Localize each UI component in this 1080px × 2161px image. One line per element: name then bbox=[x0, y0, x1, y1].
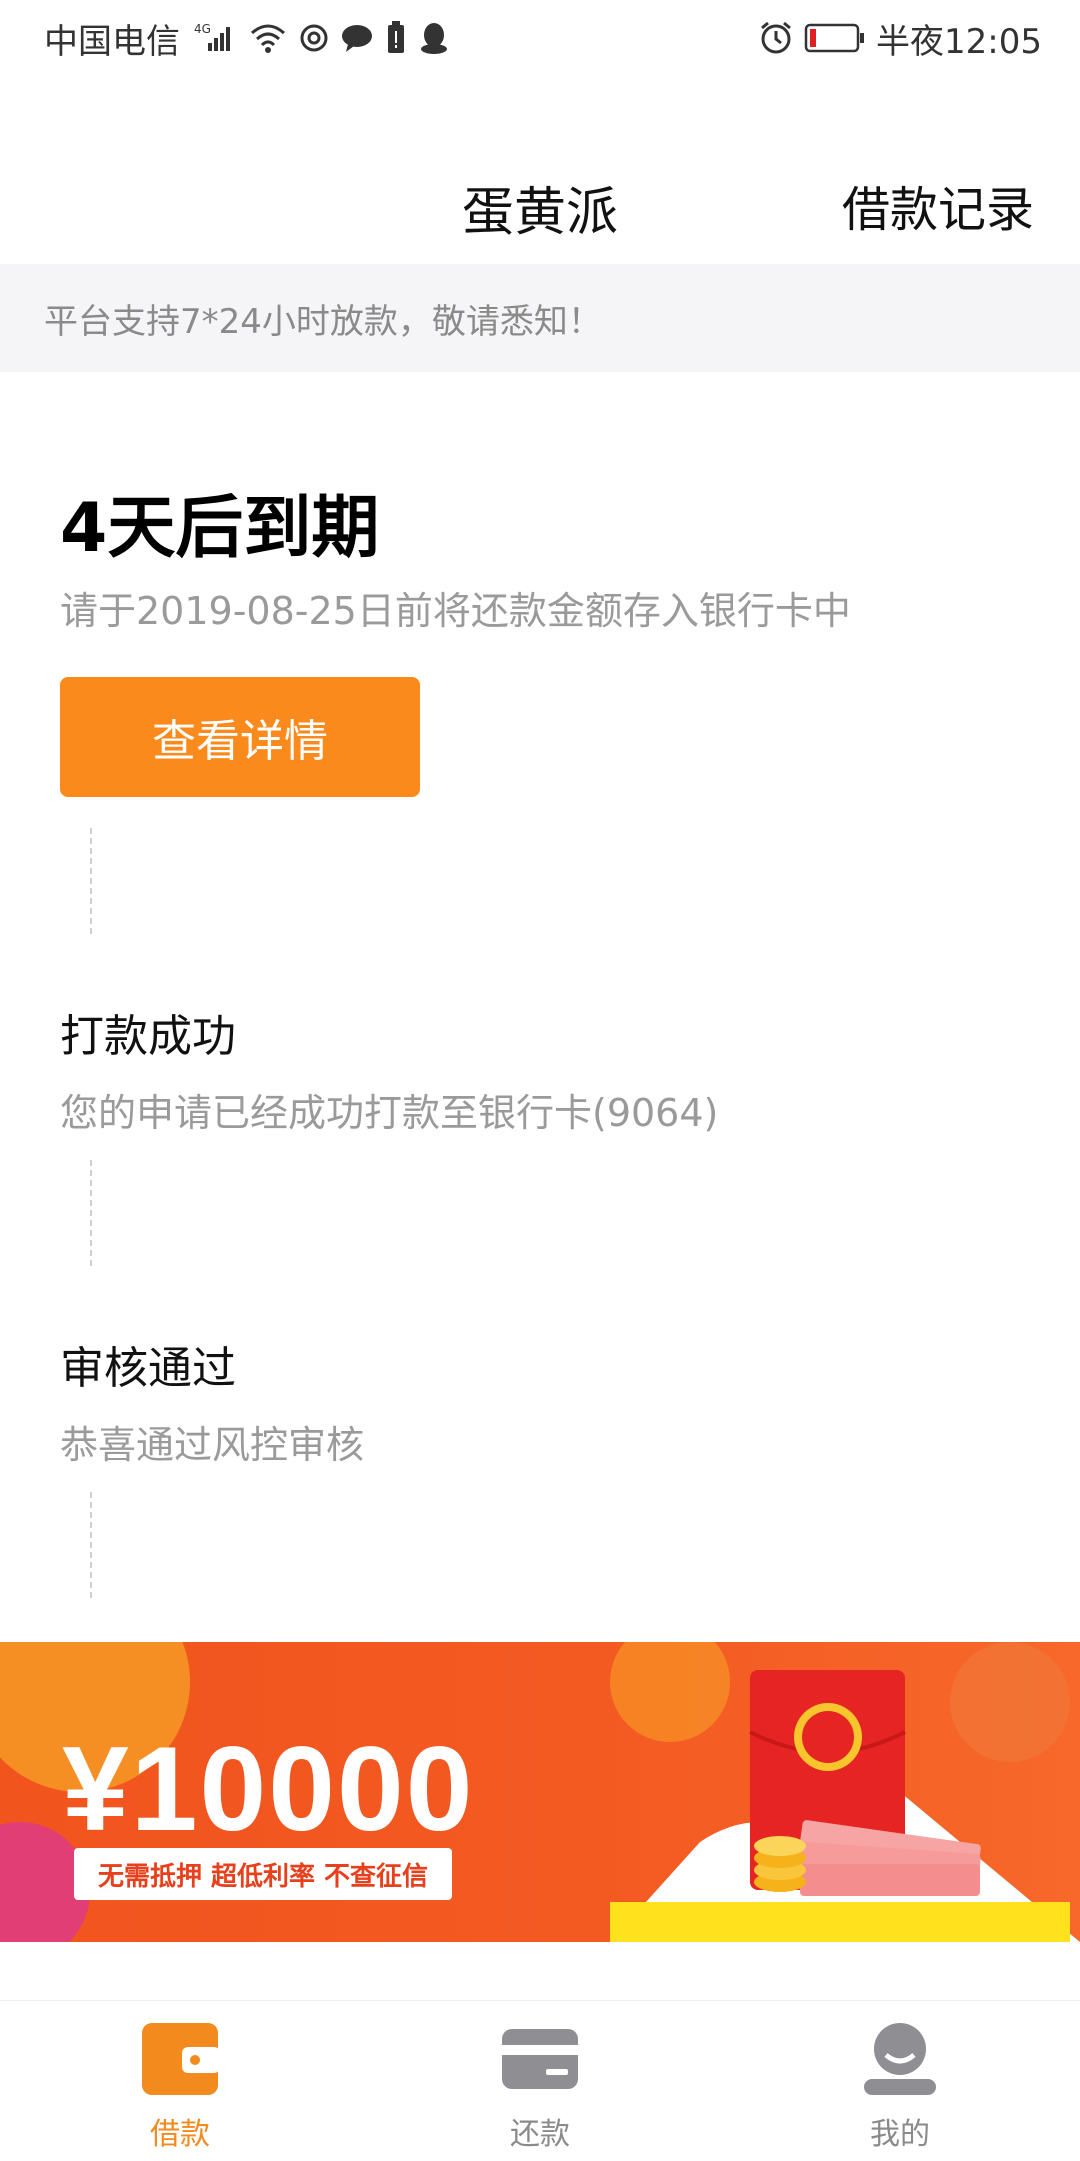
battery-alert-icon bbox=[384, 21, 408, 55]
tab-mine[interactable]: 我的 bbox=[720, 2001, 1080, 2161]
loan-records-link[interactable]: 借款记录 bbox=[842, 170, 1034, 240]
clock: 半夜12:05 bbox=[876, 21, 1042, 62]
status-bar-right: 半夜12:05 bbox=[758, 14, 1042, 63]
banner-tagline: 无需抵押 超低利率 不查征信 bbox=[74, 1848, 452, 1900]
timeline-connector bbox=[90, 828, 92, 934]
nav-bar: 蛋黄派 借款记录 bbox=[0, 140, 1080, 260]
message-icon bbox=[340, 22, 374, 54]
promo-banner[interactable]: ¥10000 无需抵押 超低利率 不查征信 bbox=[0, 1642, 1080, 1942]
tab-repay-label: 还款 bbox=[510, 2117, 570, 2152]
battery-icon bbox=[804, 21, 866, 55]
wallet-icon bbox=[140, 2019, 220, 2099]
tab-mine-label: 我的 bbox=[870, 2117, 930, 2152]
tab-borrow[interactable]: 借款 bbox=[0, 2001, 360, 2161]
timeline-connector bbox=[90, 1492, 92, 1598]
banner-amount: ¥10000 bbox=[62, 1722, 475, 1856]
status-bar: 中国电信 4G 半夜12:05 bbox=[0, 0, 1080, 76]
step-review-subtitle: 恭喜通过风控审核 bbox=[60, 1423, 365, 1467]
qq-icon bbox=[418, 21, 450, 55]
signal-icon: 4G bbox=[194, 21, 238, 55]
view-details-button[interactable]: 查看详情 bbox=[60, 677, 420, 797]
wifi-icon bbox=[248, 21, 288, 55]
tab-repay[interactable]: 还款 bbox=[360, 2001, 720, 2161]
due-title: 4天后到期 bbox=[60, 489, 380, 568]
step-payment-title: 打款成功 bbox=[60, 1011, 236, 1062]
step-payment-subtitle: 您的申请已经成功打款至银行卡(9064) bbox=[60, 1091, 719, 1135]
card-icon bbox=[500, 2019, 580, 2099]
bottom-tab-bar: 借款 还款 我的 bbox=[0, 2000, 1080, 2161]
notice-text: 平台支持7*24小时放款，敬请悉知！ bbox=[44, 301, 602, 342]
tab-borrow-label: 借款 bbox=[150, 2117, 210, 2152]
step-review-title: 审核通过 bbox=[60, 1343, 236, 1394]
svg-text:4G: 4G bbox=[194, 22, 211, 36]
status-bar-left: 中国电信 4G bbox=[44, 14, 450, 63]
netease-music-icon bbox=[298, 22, 330, 54]
carrier-label: 中国电信 bbox=[44, 21, 180, 62]
user-icon bbox=[860, 2019, 940, 2099]
due-subtitle: 请于2019-08-25日前将还款金额存入银行卡中 bbox=[60, 589, 851, 633]
alarm-icon bbox=[758, 20, 794, 56]
notice-bar: 平台支持7*24小时放款，敬请悉知！ bbox=[0, 264, 1080, 372]
timeline-connector bbox=[90, 1160, 92, 1266]
